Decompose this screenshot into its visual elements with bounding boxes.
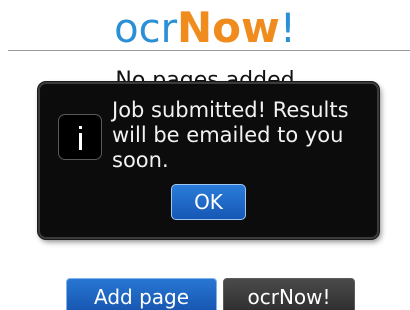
logo-now-text: Now [177, 3, 280, 52]
add-page-button[interactable]: Add page [66, 278, 217, 310]
logo-ocr-text: ocr [114, 6, 178, 52]
info-dialog: Job submitted! Results will be emailed t… [38, 82, 379, 239]
dialog-message: Job submitted! Results will be emailed t… [112, 98, 349, 172]
app-screen: ocrNow! No pages added Job submitted! Re… [0, 0, 410, 310]
app-logo: ocrNow! [0, 3, 410, 52]
ocr-now-button[interactable]: ocrNow! [223, 278, 355, 310]
ok-button[interactable]: OK [171, 184, 246, 220]
header-divider [8, 50, 410, 51]
info-icon [58, 114, 102, 160]
logo-exclamation-text: ! [279, 6, 296, 52]
info-icon-glyph [79, 126, 82, 150]
